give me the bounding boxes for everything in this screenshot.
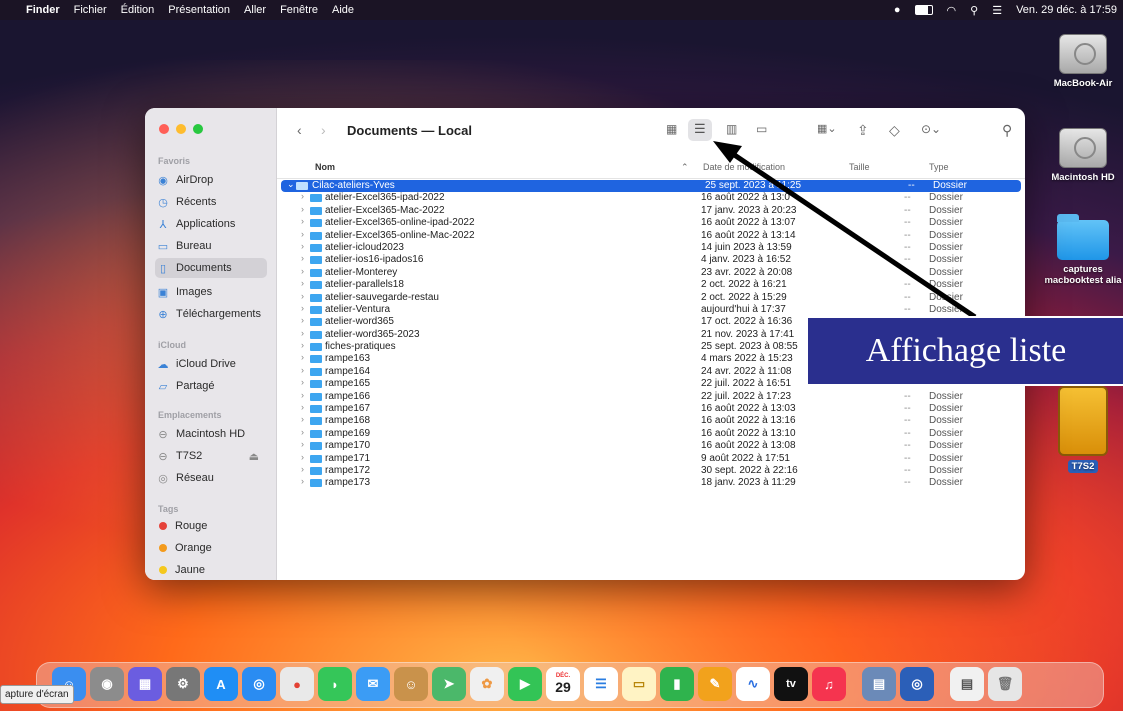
dock-calendar-icon[interactable]: DÉC. 29 (546, 667, 580, 701)
dock-app-store-icon[interactable]: A (204, 667, 238, 701)
dock-preview-icon[interactable]: ▤ (862, 667, 896, 701)
dock-apple-tv-icon[interactable]: tv (774, 667, 808, 701)
dock-maps-icon[interactable]: ➤ (432, 667, 466, 701)
dock-numbers-icon[interactable]: ▮ (660, 667, 694, 701)
dock-screenshot-icon[interactable]: ◉ (90, 667, 124, 701)
dock-documents-folder-icon[interactable]: ▤ (950, 667, 984, 701)
annotation-callout: Affichage liste (806, 316, 1123, 386)
dock-freeform-icon[interactable]: ∿ (736, 667, 770, 701)
dock-system-settings-icon[interactable]: ⚙ (166, 667, 200, 701)
dock-trash-icon[interactable]: 🗑 (988, 667, 1022, 701)
dock-quicktime-icon[interactable]: ◎ (900, 667, 934, 701)
dock-notes-icon[interactable]: ▭ (622, 667, 656, 701)
dock-tooltip: apture d'écran (0, 685, 74, 704)
dock-music-icon[interactable]: ♫ (812, 667, 846, 701)
dock-safari-icon[interactable]: ◎ (242, 667, 276, 701)
tv-label: tv (786, 678, 796, 690)
dock-launchpad-icon[interactable]: ▦ (128, 667, 162, 701)
calendar-day: 29 (555, 679, 571, 695)
dock-chrome-icon[interactable]: ● (280, 667, 314, 701)
dock-facetime-icon[interactable]: ▶ (508, 667, 542, 701)
dock-photos-icon[interactable]: ✿ (470, 667, 504, 701)
dock-reminders-icon[interactable]: ☰ (584, 667, 618, 701)
dock-pages-icon[interactable]: ✎ (698, 667, 732, 701)
dock-mail-icon[interactable]: ✉ (356, 667, 390, 701)
dock-contacts-icon[interactable]: ☺ (394, 667, 428, 701)
dock-messages-icon[interactable]: ◗ (318, 667, 352, 701)
